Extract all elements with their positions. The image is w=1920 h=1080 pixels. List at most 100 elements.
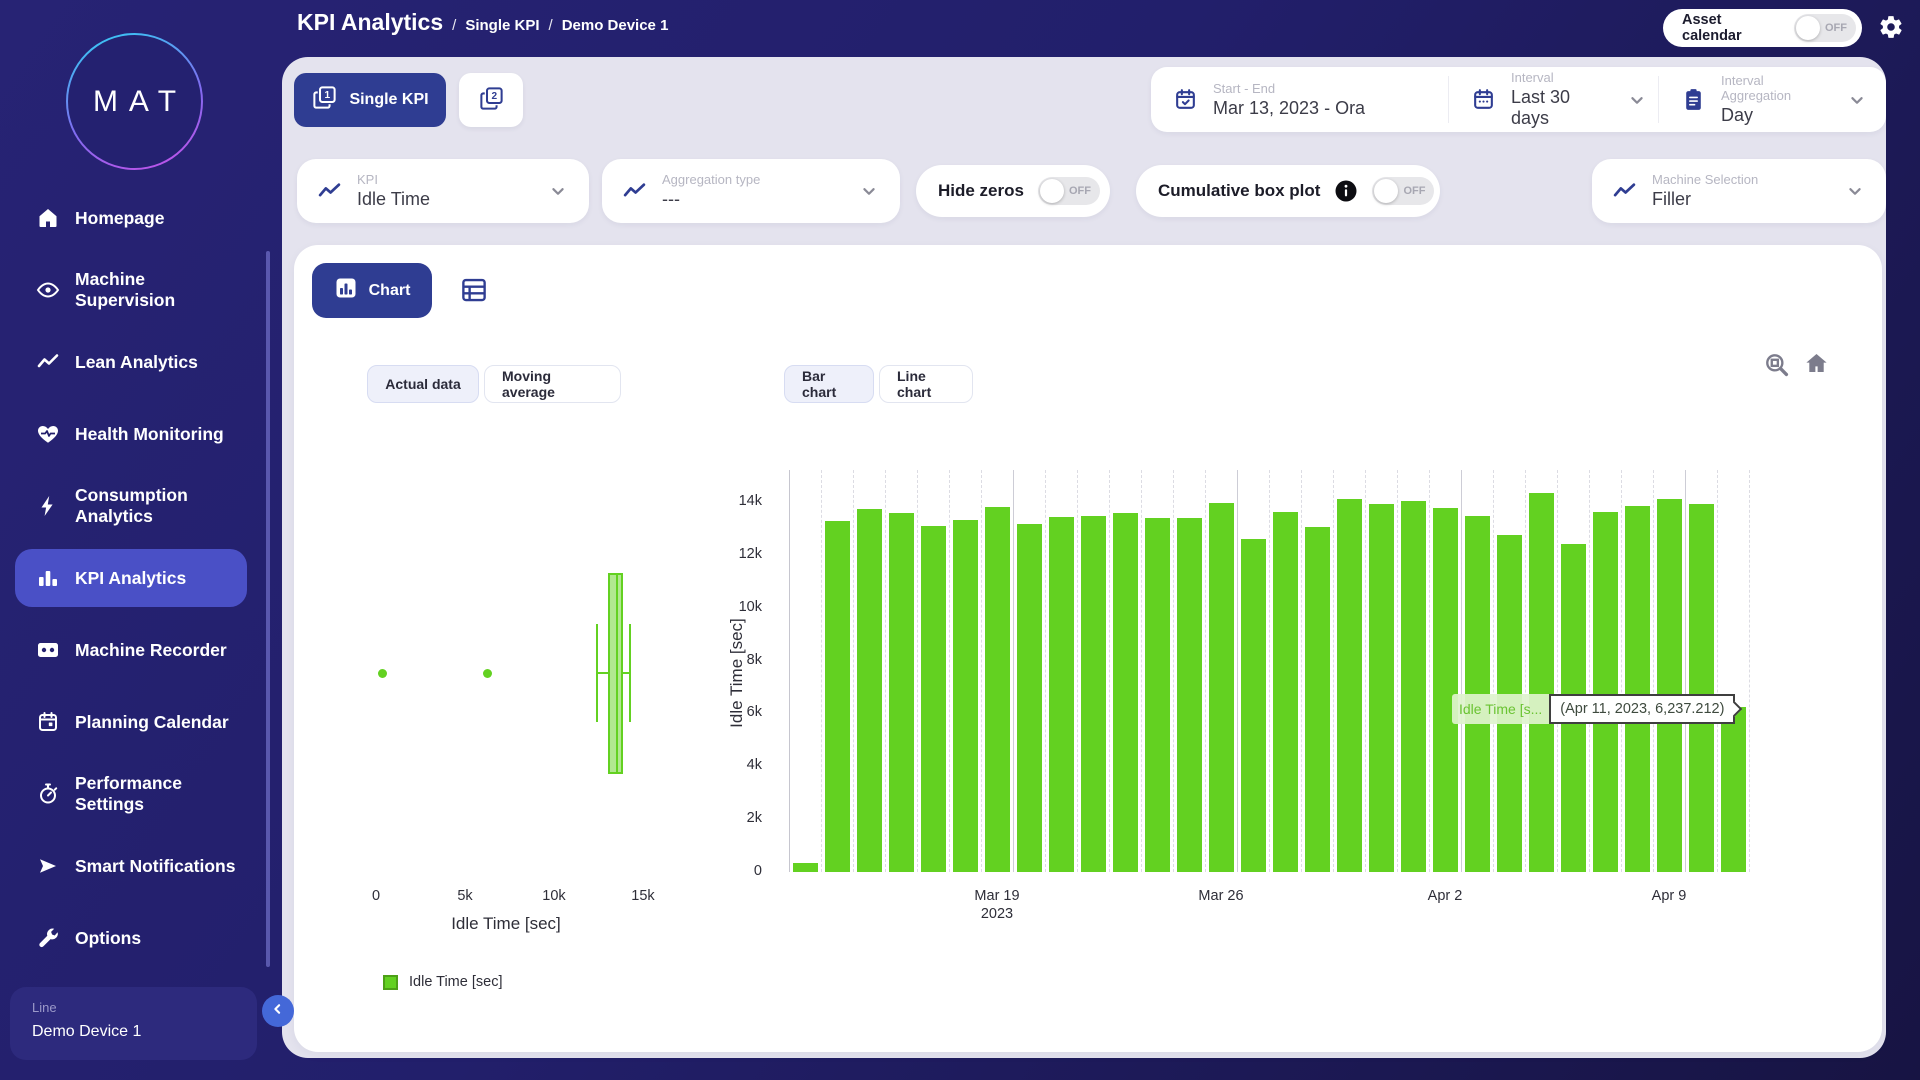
bar[interactable] (857, 509, 882, 872)
interval-aggregation-select[interactable]: Interval Aggregation Day (1659, 67, 1886, 132)
asset-calendar-toggle[interactable]: OFF (1794, 14, 1856, 42)
bar[interactable] (1017, 524, 1042, 872)
chip-bar-chart[interactable]: Bar chart (784, 365, 874, 403)
chevron-down-icon[interactable] (858, 180, 880, 202)
asset-calendar-toggle-pill[interactable]: Asset calendar OFF (1663, 9, 1862, 47)
legend-swatch (383, 975, 398, 990)
bar[interactable] (1049, 517, 1074, 872)
bar[interactable] (1337, 499, 1362, 872)
interval-select[interactable]: Interval Last 30 days (1449, 67, 1659, 132)
kpi-label: KPI (357, 172, 532, 187)
bar[interactable] (1081, 516, 1106, 872)
breadcrumb-separator: / (452, 17, 456, 34)
bar[interactable] (793, 863, 818, 872)
chip-line-chart[interactable]: Line chart (879, 365, 973, 403)
breadcrumb-device[interactable]: Demo Device 1 (562, 17, 669, 34)
box-whisker-cap (629, 624, 631, 722)
sidebar-item-kpi-analytics[interactable]: KPI Analytics (15, 549, 247, 607)
aggregation-type-value: --- (662, 189, 843, 210)
chevron-down-icon[interactable] (1844, 180, 1866, 202)
bar[interactable] (1273, 512, 1298, 872)
cumulative-box-plot-toggle[interactable]: OFF (1372, 177, 1434, 205)
sidebar: MAT HomepageMachine SupervisionLean Anal… (0, 0, 282, 1080)
breadcrumb-single-kpi[interactable]: Single KPI (465, 17, 539, 34)
tab-single-kpi[interactable]: 1 Single KPI (294, 73, 446, 127)
tab-multi-kpi[interactable]: 2 (459, 73, 523, 127)
bar[interactable] (1177, 518, 1202, 872)
bar[interactable] (921, 526, 946, 872)
reset-home-icon[interactable] (1803, 350, 1830, 377)
gridline (1525, 470, 1526, 872)
chart-tab-label: Chart (369, 282, 411, 300)
send-icon (36, 854, 60, 878)
box-outlier-point[interactable] (378, 669, 387, 678)
bar[interactable] (1209, 503, 1234, 872)
hide-zeros-toggle[interactable]: OFF (1038, 177, 1100, 205)
bar[interactable] (1305, 527, 1330, 872)
toggle-state: OFF (1825, 22, 1847, 34)
bar[interactable] (1721, 707, 1746, 872)
sidebar-item-health-monitoring[interactable]: Health Monitoring (15, 398, 247, 470)
gridline (853, 470, 854, 872)
mat-logo-text: MAT (68, 35, 201, 168)
gridline (1077, 470, 1078, 872)
sidebar-item-machine-supervision[interactable]: Machine Supervision (15, 254, 247, 326)
bar[interactable] (825, 521, 850, 872)
table-view-icon[interactable] (455, 272, 493, 310)
boxplot-x-tick: 0 (331, 888, 421, 906)
trend-icon (1612, 179, 1637, 204)
chip-moving-average[interactable]: Moving average (484, 365, 621, 403)
bar[interactable] (1433, 508, 1458, 872)
bar[interactable] (953, 520, 978, 872)
device-card[interactable]: Line Demo Device 1 (10, 987, 257, 1060)
tab-chart[interactable]: Chart (312, 263, 432, 318)
kpi-select[interactable]: KPI Idle Time (297, 159, 589, 223)
sidebar-item-performance-settings[interactable]: Performance Settings (15, 758, 247, 830)
chevron-down-icon[interactable] (1626, 89, 1648, 111)
sidebar-item-smart-notifications[interactable]: Smart Notifications (15, 830, 247, 902)
sidebar-item-homepage[interactable]: Homepage (15, 182, 247, 254)
sidebar-item-planning-calendar[interactable]: Planning Calendar (15, 686, 247, 758)
chevron-down-icon[interactable] (1846, 89, 1868, 111)
bar[interactable] (1625, 506, 1650, 872)
gridline (885, 470, 886, 872)
sidebar-item-options[interactable]: Options (15, 902, 247, 974)
bar[interactable] (1113, 513, 1138, 872)
svg-text:2: 2 (491, 91, 497, 102)
sidebar-item-machine-recorder[interactable]: Machine Recorder (15, 614, 247, 686)
sidebar-collapse-button[interactable] (262, 995, 294, 1027)
tooltip-series: Idle Time [s... (1452, 694, 1549, 724)
bar[interactable] (1593, 512, 1618, 872)
settings-gear-icon[interactable] (1878, 14, 1904, 40)
bar[interactable] (1657, 499, 1682, 872)
bar[interactable] (1401, 501, 1426, 872)
page-title: KPI Analytics (297, 9, 443, 36)
bar[interactable] (1689, 504, 1714, 872)
sidebar-item-lean-analytics[interactable]: Lean Analytics (15, 326, 247, 398)
sidebar-scrollbar[interactable] (266, 251, 270, 967)
gridline (1109, 470, 1110, 872)
sidebar-item-consumption-analytics[interactable]: Consumption Analytics (15, 470, 247, 542)
bar[interactable] (985, 507, 1010, 872)
gridline (1429, 470, 1430, 872)
gridline (1301, 470, 1302, 872)
bar[interactable] (1145, 518, 1170, 872)
aggregation-type-select[interactable]: Aggregation type --- (602, 159, 900, 223)
bar[interactable] (889, 513, 914, 872)
box-outlier-point[interactable] (483, 669, 492, 678)
gridline (917, 470, 918, 872)
barchart-y-tick: 2k (702, 810, 762, 826)
chip-actual-data[interactable]: Actual data (367, 365, 479, 403)
toggle-state: OFF (1069, 185, 1091, 197)
bar[interactable] (1369, 504, 1394, 872)
start-end-picker[interactable]: Start - End Mar 13, 2023 - Ora (1151, 67, 1449, 132)
gridline (1557, 470, 1558, 872)
boxplot-x-axis-title: Idle Time [sec] (406, 914, 606, 934)
machine-selection-select[interactable]: Machine Selection Filler (1592, 159, 1886, 223)
chevron-down-icon[interactable] (547, 180, 569, 202)
bar[interactable] (1241, 539, 1266, 872)
legend-item[interactable]: Idle Time [sec] (383, 974, 502, 990)
info-icon[interactable] (1334, 179, 1358, 203)
bar[interactable] (1529, 493, 1554, 872)
zoom-icon[interactable] (1763, 351, 1790, 378)
